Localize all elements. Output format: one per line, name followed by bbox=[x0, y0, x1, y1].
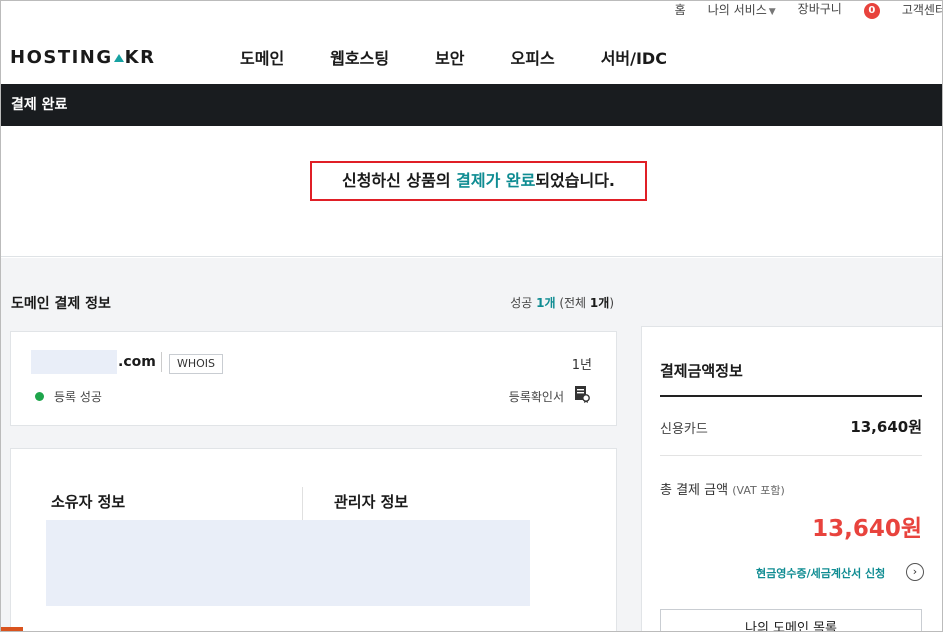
domain-tld: .com bbox=[118, 354, 156, 370]
done-highlight: 결제가 완료 bbox=[456, 171, 536, 190]
divider bbox=[161, 352, 162, 372]
admin-info-title: 관리자 정보 bbox=[334, 493, 409, 511]
cart-label: 장바구니 bbox=[797, 1, 842, 16]
logo-triangle-icon bbox=[113, 54, 124, 62]
certificate-icon[interactable] bbox=[574, 385, 590, 403]
success-count: 1개 bbox=[536, 296, 556, 310]
receipt-request-link[interactable]: 현금영수증/세금계산서 신청 bbox=[756, 565, 885, 581]
total-label: (전체 bbox=[559, 296, 587, 310]
total-close: ) bbox=[609, 296, 614, 310]
domain-card: .com WHOIS 1년 등록 성공 등록확인서 bbox=[10, 331, 617, 426]
total-amount-label: 총 결제 금액 (VAT 포함) bbox=[660, 479, 785, 498]
nav-domain[interactable]: 도메인 bbox=[240, 45, 284, 69]
result-count: 성공 1개 (전체 1개) bbox=[510, 294, 614, 311]
help-center-link[interactable]: 고객센터 bbox=[902, 1, 942, 18]
total-label-text: 총 결제 금액 bbox=[660, 483, 729, 498]
my-domain-list-button[interactable]: 나의 도메인 목록 bbox=[660, 609, 922, 631]
contact-info-redacted bbox=[46, 520, 530, 606]
nav-office[interactable]: 오피스 bbox=[511, 45, 555, 69]
header: HOSTING KR 도메인 웹호스팅 보안 오피스 서버/IDC bbox=[1, 29, 942, 83]
done-post: 되었습니다. bbox=[535, 171, 616, 190]
cart-count-badge: 0 bbox=[863, 2, 880, 19]
payment-complete-message: 신청하신 상품의 결제가 완료되었습니다. bbox=[310, 161, 647, 201]
success-dot-icon bbox=[35, 392, 44, 401]
divider bbox=[302, 487, 303, 521]
utility-bar: 홈 나의 서비스 ▼ 장바구니 0 고객센터 bbox=[653, 1, 942, 19]
home-link[interactable]: 홈 bbox=[675, 1, 686, 18]
logo-text-left: HOSTING bbox=[10, 47, 113, 68]
my-services-menu[interactable]: 나의 서비스 ▼ bbox=[708, 1, 776, 18]
owner-info-title: 소유자 정보 bbox=[51, 493, 126, 511]
content-area: 도메인 결제 정보 성공 1개 (전체 1개) .com WHOIS 1년 등록… bbox=[1, 258, 942, 631]
done-area: 신청하신 상품의 결제가 완료되었습니다. bbox=[1, 126, 942, 257]
payment-method: 신용카드 bbox=[660, 422, 708, 437]
domain-section-title: 도메인 결제 정보 bbox=[11, 296, 111, 312]
nav-security[interactable]: 보안 bbox=[435, 45, 464, 69]
whois-button[interactable]: WHOIS bbox=[169, 354, 224, 374]
total-amount: 13,640원 bbox=[812, 516, 922, 542]
payment-title: 결제금액정보 bbox=[660, 362, 743, 380]
total-count: 1개 bbox=[589, 296, 610, 310]
page-title: 결제 완료 bbox=[1, 84, 942, 126]
logo[interactable]: HOSTING KR bbox=[10, 47, 155, 68]
cart-link[interactable]: 장바구니 0 bbox=[797, 1, 880, 19]
logo-text-right: KR bbox=[124, 47, 156, 68]
corner-badge bbox=[1, 627, 23, 631]
divider bbox=[660, 455, 922, 456]
nav-server-idc[interactable]: 서버/IDC bbox=[601, 45, 667, 69]
vat-note: (VAT 포함) bbox=[732, 484, 785, 497]
payment-method-amount: 13,640원 bbox=[850, 418, 922, 436]
success-label: 성공 bbox=[510, 296, 533, 310]
done-pre: 신청하신 상품의 bbox=[341, 171, 457, 190]
certificate-link[interactable]: 등록확인서 bbox=[509, 388, 564, 405]
caret-down-icon: ▼ bbox=[768, 6, 776, 17]
domain-name-redacted bbox=[31, 350, 117, 374]
registration-status: 등록 성공 bbox=[54, 390, 102, 404]
my-services-label: 나의 서비스 bbox=[707, 2, 767, 17]
nav-webhosting[interactable]: 웹호스팅 bbox=[330, 45, 389, 69]
divider bbox=[660, 395, 922, 397]
main-nav: 도메인 웹호스팅 보안 오피스 서버/IDC bbox=[240, 45, 713, 69]
chevron-right-icon[interactable]: › bbox=[906, 563, 924, 581]
contact-info-card: 소유자 정보 관리자 정보 bbox=[10, 448, 617, 631]
payment-panel: 결제금액정보 신용카드 13,640원 총 결제 금액 (VAT 포함) 13,… bbox=[641, 326, 942, 631]
page: 홈 나의 서비스 ▼ 장바구니 0 고객센터 HOSTING KR 도메인 웹호스팅 … bbox=[0, 0, 943, 632]
domain-term: 1년 bbox=[571, 358, 592, 373]
